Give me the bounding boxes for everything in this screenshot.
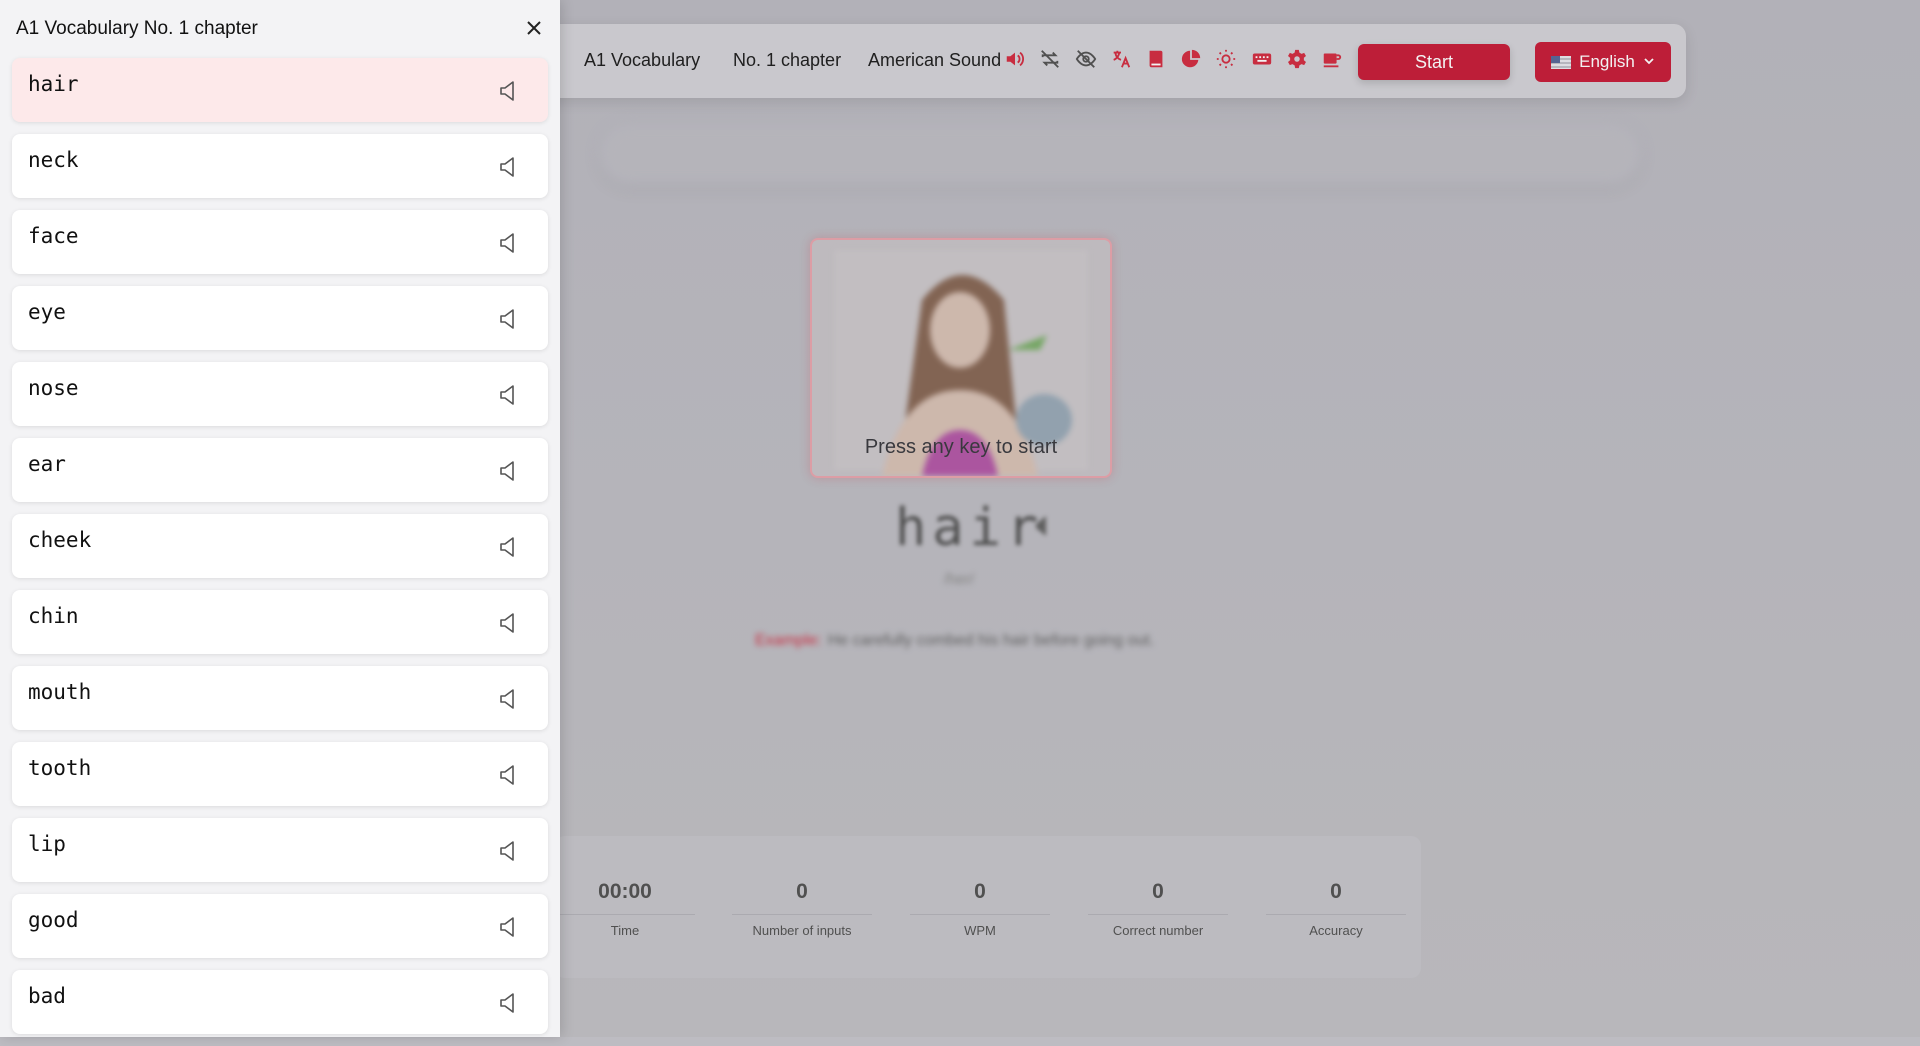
word-label: chin (28, 604, 79, 628)
word-label: face (28, 224, 79, 248)
speaker-icon[interactable] (496, 686, 522, 712)
word-list: hair neck face eye nose ear cheek chin m… (12, 58, 548, 1046)
word-list-item[interactable]: ear (12, 438, 548, 502)
speaker-icon[interactable] (496, 230, 522, 256)
word-label: neck (28, 148, 79, 172)
speaker-icon[interactable] (496, 382, 522, 408)
drawer-title: A1 Vocabulary No. 1 chapter (16, 18, 258, 39)
word-list-item[interactable]: face (12, 210, 548, 274)
word-label: eye (28, 300, 66, 324)
word-label: tooth (28, 756, 92, 780)
word-label: lip (28, 832, 66, 856)
word-list-item[interactable]: lip (12, 818, 548, 882)
word-list-item[interactable]: nose (12, 362, 548, 426)
word-label: ear (28, 452, 66, 476)
word-list-item[interactable]: good (12, 894, 548, 958)
word-list-item[interactable]: mouth (12, 666, 548, 730)
word-list-item[interactable]: tooth (12, 742, 548, 806)
word-label: mouth (28, 680, 92, 704)
word-label: nose (28, 376, 79, 400)
word-label: cheek (28, 528, 92, 552)
speaker-icon[interactable] (496, 610, 522, 636)
word-list-item[interactable]: cheek (12, 514, 548, 578)
speaker-icon[interactable] (496, 534, 522, 560)
word-label: hair (28, 72, 79, 96)
word-list-item[interactable]: neck (12, 134, 548, 198)
speaker-icon[interactable] (496, 306, 522, 332)
modal-overlay[interactable] (560, 0, 1920, 1037)
speaker-icon[interactable] (496, 838, 522, 864)
speaker-icon[interactable] (496, 78, 522, 104)
word-label: good (28, 908, 79, 932)
close-icon[interactable] (522, 16, 546, 40)
speaker-icon[interactable] (496, 154, 522, 180)
word-list-item[interactable]: eye (12, 286, 548, 350)
word-label: bad (28, 984, 66, 1008)
word-list-drawer: A1 Vocabulary No. 1 chapter hair neck fa… (0, 0, 560, 1037)
speaker-icon[interactable] (496, 762, 522, 788)
word-list-item[interactable]: bad (12, 970, 548, 1034)
word-list-item[interactable]: chin (12, 590, 548, 654)
word-list-item[interactable]: hair (12, 58, 548, 122)
speaker-icon[interactable] (496, 990, 522, 1016)
speaker-icon[interactable] (496, 458, 522, 484)
speaker-icon[interactable] (496, 914, 522, 940)
